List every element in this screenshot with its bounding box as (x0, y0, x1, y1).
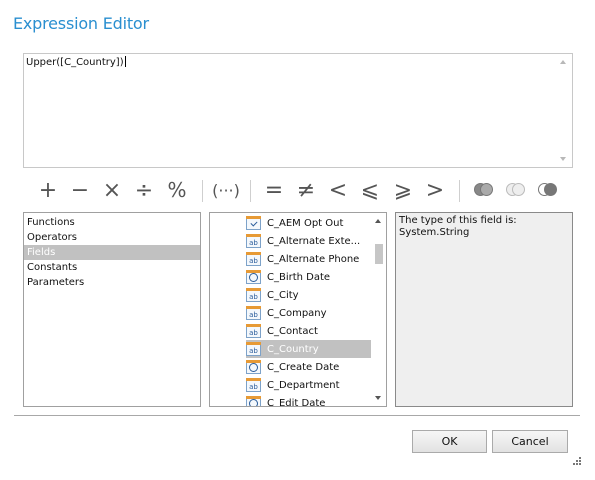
greater-or-equal-button[interactable]: ⩾ (391, 176, 415, 204)
description-line-1: The type of this field is: (399, 215, 517, 226)
toolbar-separator (250, 180, 251, 202)
less-than-button[interactable]: < (326, 176, 350, 204)
resize-grip-icon[interactable] (572, 456, 582, 466)
editor-scrollbar[interactable] (557, 54, 572, 167)
category-constants[interactable]: Constants (24, 260, 200, 275)
string-field-icon: ab (246, 252, 261, 266)
category-parameters[interactable]: Parameters (24, 275, 200, 290)
venn-not-icon (538, 183, 558, 197)
operator-toolbar: + − × ÷ % (···) = ≠ < ⩽ ⩾ > (30, 176, 570, 204)
dialog-title: Expression Editor (13, 14, 149, 33)
expression-text: Upper([C_Country]) (26, 57, 124, 68)
list-item[interactable]: ab C_City (246, 286, 371, 304)
expression-editor[interactable]: Upper([C_Country]) (23, 53, 573, 168)
field-label: C_Alternate Exte... (267, 235, 361, 247)
parentheses-button[interactable]: (···) (212, 176, 240, 204)
category-operators[interactable]: Operators (24, 230, 200, 245)
date-field-icon (246, 360, 261, 374)
toolbar-separator (459, 180, 460, 202)
scroll-down-arrow-icon[interactable] (375, 396, 381, 400)
plus-button[interactable]: + (36, 176, 60, 204)
or-button[interactable] (504, 176, 528, 204)
category-fields[interactable]: Fields (24, 245, 200, 260)
not-equal-button[interactable]: ≠ (294, 176, 318, 204)
field-label: C_Contact (267, 325, 318, 337)
percent-button[interactable]: % (164, 176, 190, 204)
list-item[interactable]: ab C_Department (246, 376, 371, 394)
field-label: C_Birth Date (267, 271, 331, 283)
scroll-up-arrow-icon[interactable] (560, 60, 566, 64)
list-item[interactable]: ab C_Company (246, 304, 371, 322)
string-field-icon: ab (246, 306, 261, 320)
list-item[interactable]: ab C_Contact (246, 322, 371, 340)
description-line-2: System.String (399, 227, 470, 238)
minus-button[interactable]: − (68, 176, 92, 204)
date-field-icon (246, 270, 261, 284)
venn-and-icon (474, 183, 494, 197)
string-field-icon: ab (246, 288, 261, 302)
string-field-icon: ab (246, 342, 261, 356)
field-label: C_Edit Date (267, 397, 326, 407)
scroll-down-arrow-icon[interactable] (560, 157, 566, 161)
list-item[interactable]: C_Create Date (246, 358, 371, 376)
list-item[interactable]: C_Edit Date (246, 394, 371, 407)
list-item[interactable]: C_AEM Opt Out (246, 214, 371, 232)
and-button[interactable] (472, 176, 496, 204)
cancel-button[interactable]: Cancel (492, 430, 568, 453)
field-label: C_Alternate Phone (267, 253, 360, 265)
venn-or-icon (506, 183, 526, 197)
list-item[interactable]: C_Birth Date (246, 268, 371, 286)
text-caret (124, 56, 126, 67)
field-label: C_Department (267, 379, 340, 391)
divide-button[interactable]: ÷ (132, 176, 156, 204)
string-field-icon: ab (246, 378, 261, 392)
divider (14, 415, 580, 416)
less-or-equal-button[interactable]: ⩽ (358, 176, 382, 204)
ok-button[interactable]: OK (412, 430, 487, 453)
field-list[interactable]: C_AEM Opt Out ab C_Alternate Exte... ab … (209, 212, 387, 407)
category-list[interactable]: Functions Operators Fields Constants Par… (23, 212, 201, 407)
string-field-icon: ab (246, 324, 261, 338)
list-item[interactable]: ab C_Alternate Exte... (246, 232, 371, 250)
field-label: C_Create Date (267, 361, 340, 373)
not-button[interactable] (536, 176, 560, 204)
field-label: C_AEM Opt Out (267, 217, 344, 229)
field-label: C_Country (267, 343, 319, 355)
equal-button[interactable]: = (262, 176, 286, 204)
field-list-scrollbar[interactable] (371, 213, 386, 406)
string-field-icon: ab (246, 234, 261, 248)
boolean-field-icon (246, 216, 261, 230)
field-label: C_City (267, 289, 299, 301)
multiply-button[interactable]: × (100, 176, 124, 204)
greater-than-button[interactable]: > (423, 176, 447, 204)
field-label: C_Company (267, 307, 327, 319)
scroll-thumb[interactable] (375, 244, 383, 264)
category-functions[interactable]: Functions (24, 215, 200, 230)
description-panel: The type of this field is: System.String (395, 212, 573, 407)
list-item[interactable]: ab C_Alternate Phone (246, 250, 371, 268)
toolbar-separator (202, 180, 203, 202)
list-item-selected[interactable]: ab C_Country (246, 340, 371, 358)
scroll-up-arrow-icon[interactable] (375, 219, 381, 223)
date-field-icon (246, 396, 261, 406)
